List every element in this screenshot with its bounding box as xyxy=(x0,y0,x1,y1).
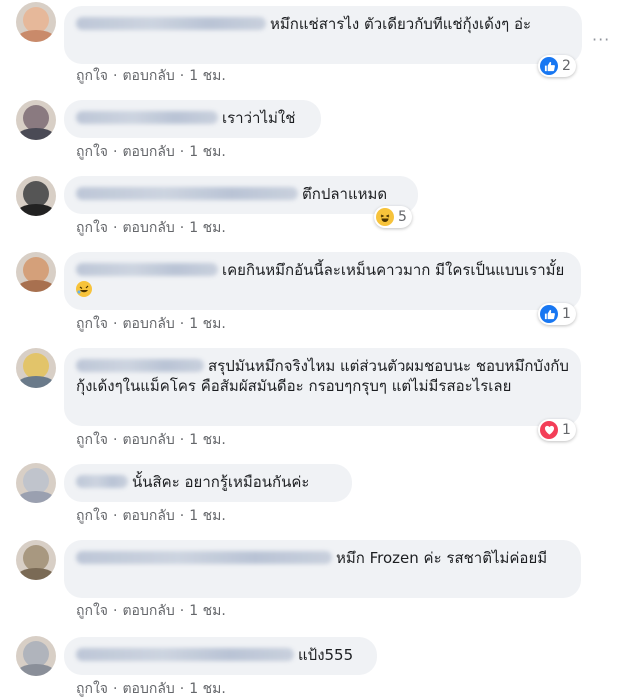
blurred-author-name[interactable] xyxy=(76,17,266,30)
like-link[interactable]: ถูกใจ xyxy=(76,508,108,524)
separator: · xyxy=(113,68,118,84)
reply-link[interactable]: ตอบกลับ xyxy=(122,68,174,84)
comment-bubble: ตึกปลาแหมด xyxy=(64,176,418,214)
avatar[interactable] xyxy=(16,540,56,580)
comment-text: ตึกปลาแหมด xyxy=(302,185,388,203)
comment-actions: ถูกใจ · ตอบกลับ · 1 ชม. xyxy=(76,431,226,449)
comment-text: หมึกแช่สารไง ตัวเดียวกับทีแช่กุ้งเด้งๆ อ… xyxy=(270,15,532,33)
comment-text: แป้ง555 xyxy=(298,646,354,664)
reaction-count: 5 xyxy=(398,209,407,225)
comment-bubble: สรุปมันหมึกจริงไหม แต่ส่วนตัวผมชอบนะ ชอบ… xyxy=(64,348,581,426)
timestamp[interactable]: 1 ชม. xyxy=(189,681,226,697)
reaction-count: 1 xyxy=(562,306,571,322)
comment-bubble: หมึกแช่สารไง ตัวเดียวกับทีแช่กุ้งเด้งๆ อ… xyxy=(64,6,582,64)
separator: · xyxy=(113,316,118,332)
separator: · xyxy=(179,432,185,448)
comment-text: หมึก Frozen ค่ะ รสชาติไม่ค่อยมี xyxy=(336,549,548,567)
reaction-summary[interactable]: 1 xyxy=(538,419,576,441)
comment-actions: ถูกใจ · ตอบกลับ · 1 ชม. xyxy=(76,143,226,161)
blurred-author-name[interactable] xyxy=(76,359,204,372)
reaction-summary[interactable]: 1 xyxy=(538,303,576,325)
comment-actions: ถูกใจ · ตอบกลับ · 1 ชม. xyxy=(76,602,226,620)
separator: · xyxy=(179,316,185,332)
timestamp[interactable]: 1 ชม. xyxy=(189,68,226,84)
comment-bubble: นั้นสิคะ อยากรู้เหมือนกันค่ะ xyxy=(64,464,352,502)
blurred-author-name[interactable] xyxy=(76,648,294,661)
timestamp[interactable]: 1 ชม. xyxy=(189,144,226,160)
like-icon xyxy=(540,305,558,323)
comment-bubble: แป้ง555 xyxy=(64,637,377,675)
reaction-summary[interactable]: 2 xyxy=(538,55,576,77)
avatar[interactable] xyxy=(16,348,56,388)
like-link[interactable]: ถูกใจ xyxy=(76,144,108,160)
separator: · xyxy=(179,681,185,697)
separator: · xyxy=(113,220,118,236)
avatar[interactable] xyxy=(16,463,56,503)
separator: · xyxy=(113,603,118,619)
comment-actions: ถูกใจ · ตอบกลับ · 1 ชม. xyxy=(76,680,226,698)
separator: · xyxy=(179,144,185,160)
rolling-laughing-emoji xyxy=(76,281,92,297)
like-icon xyxy=(540,57,558,75)
comment-bubble: เราว่าไม่ใช่ xyxy=(64,100,321,138)
avatar[interactable] xyxy=(16,2,56,42)
avatar[interactable] xyxy=(16,100,56,140)
timestamp[interactable]: 1 ชม. xyxy=(189,432,226,448)
haha-icon xyxy=(376,208,394,226)
blurred-author-name[interactable] xyxy=(76,263,218,276)
separator: · xyxy=(113,681,118,697)
comment-text: เราว่าไม่ใช่ xyxy=(222,109,296,127)
comment-actions: ถูกใจ · ตอบกลับ · 1 ชม. xyxy=(76,67,226,85)
reply-link[interactable]: ตอบกลับ xyxy=(122,603,174,619)
avatar[interactable] xyxy=(16,636,56,676)
separator: · xyxy=(179,220,185,236)
separator: · xyxy=(179,508,185,524)
more-options-icon[interactable]: ··· xyxy=(592,30,610,49)
comment-actions: ถูกใจ · ตอบกลับ · 1 ชม. xyxy=(76,315,226,333)
comment-actions: ถูกใจ · ตอบกลับ · 1 ชม. xyxy=(76,507,226,525)
like-link[interactable]: ถูกใจ xyxy=(76,68,108,84)
timestamp[interactable]: 1 ชม. xyxy=(189,220,226,236)
separator: · xyxy=(113,508,118,524)
comment-text: นั้นสิคะ อยากรู้เหมือนกันค่ะ xyxy=(132,473,310,491)
reaction-count: 2 xyxy=(562,58,571,74)
like-link[interactable]: ถูกใจ xyxy=(76,316,108,332)
reply-link[interactable]: ตอบกลับ xyxy=(122,144,174,160)
blurred-author-name[interactable] xyxy=(76,111,218,124)
blurred-author-name[interactable] xyxy=(76,551,332,564)
avatar[interactable] xyxy=(16,252,56,292)
separator: · xyxy=(179,68,185,84)
like-link[interactable]: ถูกใจ xyxy=(76,220,108,236)
reply-link[interactable]: ตอบกลับ xyxy=(122,681,174,697)
timestamp[interactable]: 1 ชม. xyxy=(189,603,226,619)
timestamp[interactable]: 1 ชม. xyxy=(189,316,226,332)
comment-actions: ถูกใจ · ตอบกลับ · 1 ชม. xyxy=(76,219,226,237)
blurred-author-name[interactable] xyxy=(76,187,298,200)
blurred-author-name[interactable] xyxy=(76,475,128,488)
comment-text: เคยกินหมึกอันนี้ละเหม็นคาวมาก มีใครเป็นแ… xyxy=(222,261,565,279)
separator: · xyxy=(113,144,118,160)
comment-bubble: หมึก Frozen ค่ะ รสชาติไม่ค่อยมี xyxy=(64,540,581,598)
heart-icon xyxy=(540,421,558,439)
reply-link[interactable]: ตอบกลับ xyxy=(122,220,174,236)
reaction-count: 1 xyxy=(562,422,571,438)
like-link[interactable]: ถูกใจ xyxy=(76,603,108,619)
reaction-summary[interactable]: 5 xyxy=(374,206,412,228)
like-link[interactable]: ถูกใจ xyxy=(76,681,108,697)
timestamp[interactable]: 1 ชม. xyxy=(189,508,226,524)
reply-link[interactable]: ตอบกลับ xyxy=(122,316,174,332)
separator: · xyxy=(113,432,118,448)
separator: · xyxy=(179,603,185,619)
like-link[interactable]: ถูกใจ xyxy=(76,432,108,448)
reply-link[interactable]: ตอบกลับ xyxy=(122,508,174,524)
avatar[interactable] xyxy=(16,176,56,216)
reply-link[interactable]: ตอบกลับ xyxy=(122,432,174,448)
comment-bubble: เคยกินหมึกอันนี้ละเหม็นคาวมาก มีใครเป็นแ… xyxy=(64,252,581,310)
